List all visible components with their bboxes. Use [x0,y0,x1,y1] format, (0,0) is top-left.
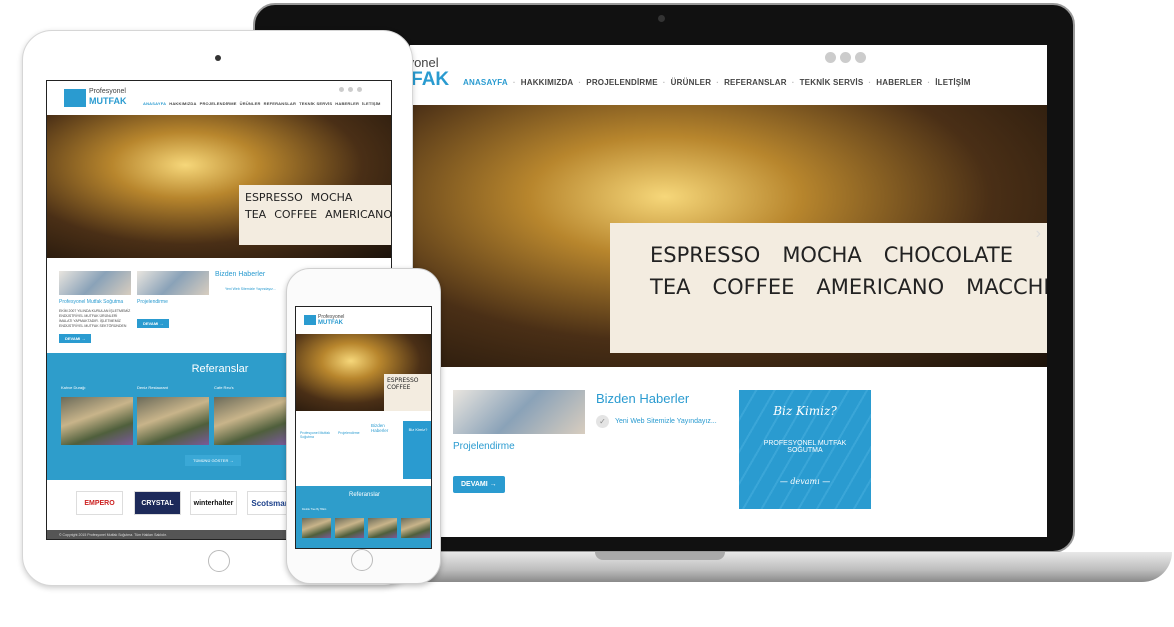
hero-slider: ESPRESSO COFFEE [296,334,431,411]
ref-label: Kahve Durağı [61,385,86,390]
card1-text: EKİM 2007 YILINDA KURULAN İŞLETMEMİZ END… [59,309,131,328]
nav-projelendirme[interactable]: PROJELENDİRME [200,101,237,106]
nav-anasayfa[interactable]: ANASAYFA [463,78,508,87]
twitter-icon[interactable] [357,87,362,92]
logo-text-2: MUTFAK [410,69,450,90]
brand-empero[interactable]: EMPERO [76,491,123,515]
ref-photo[interactable] [368,518,397,538]
hero-slider: ESPRESSO MOCHA CHOCOLATE TEA COFFEE AMERICAN… [410,105,1047,367]
ref-photo[interactable] [214,397,286,445]
card2-title[interactable]: Projelendirme [137,299,168,305]
projelendirme-image [453,390,585,434]
camera-icon [658,15,665,22]
refs-title: Referanslar [348,492,380,498]
about-box[interactable]: Biz Kimiz? [403,421,431,479]
logo-icon [64,89,86,107]
nav-referanslar[interactable]: REFERANSLAR [264,101,296,106]
more-button[interactable]: DEVAMI → [453,476,505,493]
news-item[interactable]: Yeni Web Sitemizle Yayındayız... [225,287,276,291]
ref-label: Double Tree By Hilton [302,508,327,511]
ref-label: Deniz Restaurant [137,385,168,390]
card-image [137,271,209,295]
nav-teknik-servis[interactable]: TEKNİK SERVİS [299,101,332,106]
more-button[interactable]: DEVAMI → [137,319,170,328]
more-button[interactable]: DEVAMI → [59,334,92,343]
slider-next-icon[interactable]: › [1036,225,1041,243]
menu-board: ESPRESSO COFFEE [384,374,431,411]
nav-anasayfa[interactable]: ANASAYFA [143,101,166,106]
nav-haberler[interactable]: HABERLER [335,101,359,106]
nav-haberler[interactable]: HABERLER [876,78,922,87]
nav-urunler[interactable]: ÜRÜNLER [240,101,261,106]
show-all-button[interactable]: TÜMÜNÜ GÖSTER → [185,455,242,466]
ref-label: Cafe Reu's [214,385,234,390]
laptop-notch [595,552,725,560]
main-nav: ANASAYFA HAKKIMIZDA PROJELENDİRME ÜRÜNLER RE… [143,101,381,106]
nav-urunler[interactable]: ÜRÜNLER [671,78,712,87]
logo-text: Profesyonel [410,55,439,70]
hero-slider: ESPRESSO MOCHA TEA COFFEE AMERICANO [47,115,391,258]
social-links [339,87,362,92]
facebook-icon[interactable] [339,87,344,92]
menu-board: ESPRESSO MOCHA CHOCOLATE TEA COFFEE AMERICAN… [610,223,1047,353]
check-icon: ✓ [596,415,609,428]
brand-crystal[interactable]: CRYSTAL [134,491,181,515]
logo-text: Profesyonel [89,88,126,95]
logo-text-2: MUTFAK [89,96,127,106]
tablet-camera [215,55,221,61]
nav-iletisim[interactable]: İLETİŞİM [362,101,381,106]
card2-title[interactable]: Projelendirme [338,431,360,435]
ref-photo[interactable] [302,518,331,538]
news-title: Bizden Haberler [596,391,690,406]
facebook-icon[interactable] [825,52,836,63]
twitter-icon[interactable] [855,52,866,63]
home-button[interactable] [351,549,373,571]
nav-hakkimizda[interactable]: HAKKIMIZDA [169,101,196,106]
ref-photo[interactable] [137,397,209,445]
ref-photo[interactable] [335,518,364,538]
google-plus-icon[interactable] [348,87,353,92]
home-button[interactable] [208,550,230,572]
main-nav: ANASAYFA · HAKKIMIZDA · PROJELENDİRME · ÜRÜ… [463,78,971,87]
nav-hakkimizda[interactable]: HAKKIMIZDA [521,78,574,87]
logo-text-2: MUTFAK [318,320,343,326]
ref-photo[interactable] [61,397,133,445]
nav-projelendirme[interactable]: PROJELENDİRME [586,78,658,87]
logo-icon [304,315,316,325]
projelendirme-link[interactable]: Projelendirme [453,441,515,452]
news-title: Bizden Haberler [215,271,266,278]
nav-referanslar[interactable]: REFERANSLAR [724,78,787,87]
social-links [825,52,866,63]
card-image [59,271,131,295]
phone-screen: Profesyonel MUTFAK ESPRESSO COFFEE Profes… [295,306,432,549]
brand-winterhalter[interactable]: winterhalter [190,491,237,515]
ref-photo[interactable] [401,518,430,538]
nav-iletisim[interactable]: İLETİŞİM [935,78,970,87]
menu-board: ESPRESSO MOCHA TEA COFFEE AMERICANO [239,185,391,245]
laptop-screen: Profesyonel MUTFAK ANASAYFA· HAKKIMIZDA·… [410,45,1047,537]
card1-title[interactable]: Profesyonel Mutfak Soğutma [59,299,123,305]
card1-title[interactable]: Profesyonel Mutfak Soğutma [300,431,338,439]
about-box[interactable]: Biz Kimiz? PROFESYONEL MUTFAK SOĞUTMA — … [739,390,871,509]
news-item[interactable]: Yeni Web Sitemizle Yayındayız... [615,418,717,425]
nav-teknik-servis[interactable]: TEKNİK SERVİS [800,78,864,87]
references-section: Referanslar Double Tree By Hilton [296,486,431,548]
news-title: Bizden Haberler [371,423,389,433]
google-plus-icon[interactable] [840,52,851,63]
